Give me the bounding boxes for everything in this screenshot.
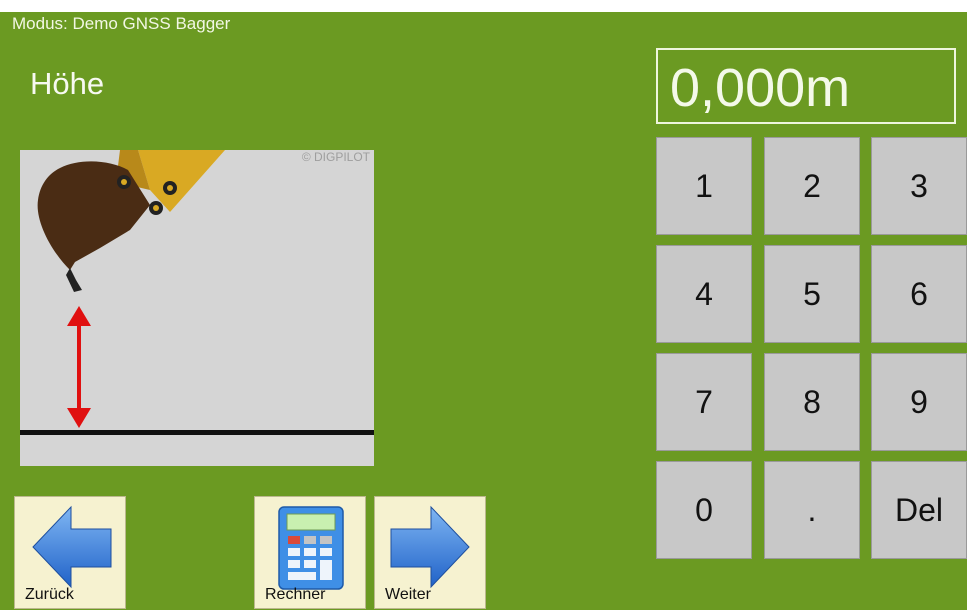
excavator-arm	[138, 150, 225, 212]
key-9[interactable]: 9	[871, 353, 967, 451]
calculator-button-label: Rechner	[265, 586, 326, 603]
key-2[interactable]: 2	[764, 137, 860, 235]
next-button[interactable]: Weiter	[374, 496, 486, 609]
pin-center	[153, 205, 159, 211]
key-8[interactable]: 8	[764, 353, 860, 451]
height-value-display: 0,000m	[656, 48, 956, 124]
page-title: Höhe	[30, 66, 105, 101]
ground-line	[20, 430, 374, 435]
key-0[interactable]: 0	[656, 461, 752, 559]
next-button-label: Weiter	[385, 586, 431, 603]
back-button-label: Zurück	[25, 586, 74, 603]
height-arrow-head-down	[67, 408, 91, 428]
mode-label: Modus: Demo GNSS Bagger	[12, 14, 231, 33]
pin-center	[167, 185, 173, 191]
back-button[interactable]: Zurück	[14, 496, 126, 609]
key-1[interactable]: 1	[656, 137, 752, 235]
calculator-button[interactable]: Rechner	[254, 496, 366, 609]
key-5[interactable]: 5	[764, 245, 860, 343]
height-arrow-head-up	[67, 306, 91, 326]
key-6[interactable]: 6	[871, 245, 967, 343]
key-7[interactable]: 7	[656, 353, 752, 451]
top-strip	[0, 0, 967, 12]
key-4[interactable]: 4	[656, 245, 752, 343]
excavator-bucket-icon	[20, 150, 374, 435]
bucket-tooth	[66, 268, 82, 292]
pin-center	[121, 179, 127, 185]
key-decimal[interactable]: .	[764, 461, 860, 559]
copyright-label: © DIGPILOT	[301, 150, 370, 164]
key-delete[interactable]: Del	[871, 461, 967, 559]
key-3[interactable]: 3	[871, 137, 967, 235]
height-illustration: © DIGPILOT	[20, 150, 374, 466]
